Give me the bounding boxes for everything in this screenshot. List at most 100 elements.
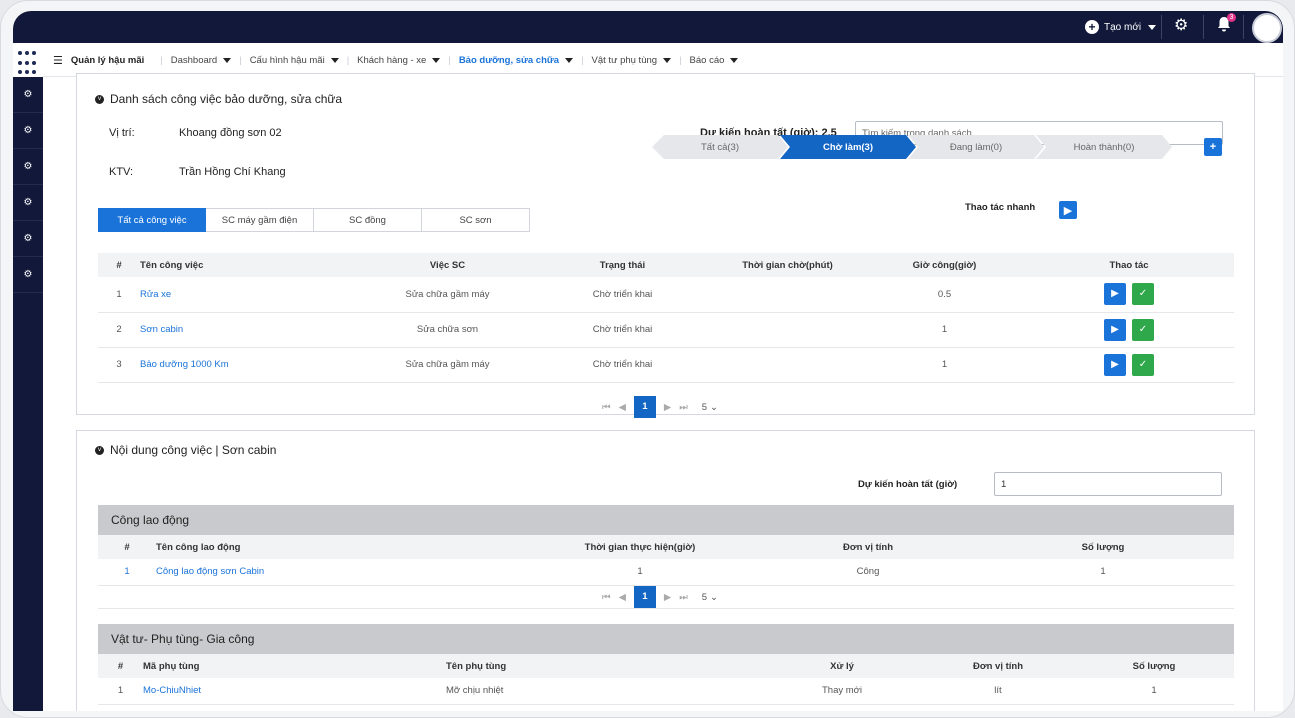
caret-down-icon (1148, 24, 1157, 30)
job-list-panel: ˅ Danh sách công việc bảo dưỡng, sửa chữ… (76, 73, 1255, 418)
nav-item-dashboard[interactable]: Dashboard (171, 55, 232, 66)
nav-item-after-sales-config[interactable]: Cấu hình hậu mãi (250, 55, 339, 66)
sidebar-gears-icon[interactable]: ⚙ (13, 257, 43, 293)
job-name-link[interactable]: Bảo dưỡng 1000 Km (140, 347, 360, 383)
detail-expected-input[interactable]: 1 (994, 472, 1222, 496)
app-window: + Tạo mới ⚙ 3 ☰ Quản lý hậu mãi | Dashbo… (13, 11, 1283, 711)
top-bar: + Tạo mới ⚙ 3 (13, 11, 1283, 43)
first-page-icon[interactable]: ⏮ (602, 402, 611, 413)
job-tabs: Tất cả công việc SC máy gầm điện SC đồng… (98, 208, 530, 232)
chevron-down-icon: ⌄ (710, 401, 719, 413)
job-detail-title: Nội dung công việc | Sơn cabin (110, 443, 277, 457)
job-table-pagination: ⏮ ◀ 1 ▶ ⏭ 5 ⌄ (602, 396, 718, 418)
page-size-select[interactable]: 5 ⌄ (702, 592, 718, 603)
nav-item-maintenance-repair[interactable]: Bảo dưỡng, sửa chữa (459, 55, 574, 66)
step-waiting[interactable]: Chờ làm(3) (780, 135, 916, 159)
step-in-progress[interactable]: Đang làm(0) (908, 135, 1044, 159)
nav-separator: | (346, 54, 350, 66)
job-name-link[interactable]: Rửa xe (140, 277, 360, 313)
quick-action-label: Thao tác nhanh (965, 202, 1036, 213)
labor-section-header: Công lao động (98, 505, 1234, 535)
sidebar-gear-icon[interactable]: ⚙ (13, 149, 43, 185)
nav-separator: | (160, 54, 163, 66)
next-page-icon[interactable]: ▶ (664, 402, 671, 413)
job-detail-panel: ˅ Nội dung công việc | Sơn cabin Dự kiến… (76, 430, 1255, 711)
table-row[interactable]: 3 Bảo dưỡng 1000 Km Sửa chữa gầm máy Chờ… (98, 347, 1234, 383)
table-row[interactable]: 1 Mo-ChiuNhiet Mỡ chịu nhiệt Thay mới lí… (98, 678, 1234, 705)
collapse-icon[interactable]: ˅ (95, 94, 104, 104)
last-page-icon[interactable]: ⏭ (679, 592, 688, 603)
device-frame: + Tạo mới ⚙ 3 ☰ Quản lý hậu mãi | Dashbo… (0, 0, 1295, 718)
nav-separator: | (448, 54, 451, 66)
start-job-play-icon[interactable]: ▶ (1104, 353, 1126, 376)
sidebar-gear-icon[interactable]: ⚙ (13, 113, 43, 149)
prev-page-icon[interactable]: ◀ (619, 402, 626, 413)
sidebar: ⚙ ⚙ ⚙ ⚙ ⚙ ⚙ (13, 77, 43, 711)
plus-circle-icon: + (1085, 20, 1099, 34)
settings-gear-icon[interactable]: ⚙ (1174, 15, 1188, 35)
next-page-icon[interactable]: ▶ (664, 592, 671, 603)
complete-job-check-icon[interactable]: ✓ (1132, 283, 1154, 306)
table-header: # Mã phụ tùng Tên phụ tùng Xử lý Đơn vị … (98, 654, 1234, 678)
tab-all-jobs[interactable]: Tất cả công việc (98, 208, 206, 232)
nav-item-reports[interactable]: Báo cáo (690, 55, 739, 66)
chevron-down-icon: ⌄ (710, 591, 719, 603)
nav-item-parts[interactable]: Vật tư phụ tùng (592, 55, 672, 66)
labor-name-link[interactable]: Công lao động sơn Cabin (156, 559, 516, 586)
complete-job-check-icon[interactable]: ✓ (1132, 353, 1154, 376)
sidebar-gears-icon[interactable]: ⚙ (13, 221, 43, 257)
divider (98, 608, 1234, 609)
divider (1243, 15, 1244, 39)
job-list-title: Danh sách công việc bảo dưỡng, sửa chữa (110, 92, 343, 106)
hamburger-menu-icon[interactable]: ☰ (53, 54, 63, 67)
current-page[interactable]: 1 (633, 396, 656, 418)
location-value: Khoang đồng sơn 02 (179, 127, 282, 139)
job-list-header[interactable]: ˅ Danh sách công việc bảo dưỡng, sửa chữ… (95, 92, 342, 106)
avatar[interactable] (1252, 13, 1282, 43)
add-button[interactable]: + (1204, 138, 1222, 156)
step-all[interactable]: Tất cả(3) (652, 135, 788, 159)
first-page-icon[interactable]: ⏮ (602, 592, 611, 603)
tab-paint[interactable]: SC sơn (422, 208, 530, 232)
notification-bell-icon[interactable]: 3 (1217, 13, 1236, 32)
table-row[interactable]: 1 Rửa xe Sửa chữa gầm máy Chờ triển khai… (98, 277, 1234, 313)
sidebar-gear-icon[interactable]: ⚙ (13, 77, 43, 113)
sidebar-gears-icon[interactable]: ⚙ (13, 185, 43, 221)
notification-badge: 3 (1227, 13, 1236, 22)
collapse-icon[interactable]: ˅ (95, 445, 104, 455)
current-page[interactable]: 1 (633, 586, 656, 608)
create-new-label: Tạo mới (1104, 21, 1142, 33)
table-row[interactable]: 1 Công lao động sơn Cabin 1 Công 1 (98, 559, 1234, 586)
divider (1203, 15, 1204, 39)
last-page-icon[interactable]: ⏭ (679, 402, 688, 413)
labor-table-pagination: ⏮ ◀ 1 ▶ ⏭ 5 ⌄ (602, 586, 718, 608)
part-code-link[interactable]: Mo-ChiuNhiet (143, 678, 446, 705)
divider (1161, 15, 1162, 39)
vertical-scrollbar[interactable] (1261, 77, 1275, 711)
nav-separator: | (581, 54, 584, 66)
start-job-play-icon[interactable]: ▶ (1104, 318, 1126, 341)
complete-job-check-icon[interactable]: ✓ (1132, 318, 1154, 341)
technician-label: KTV: (109, 166, 134, 178)
nav-item-customer-vehicle[interactable]: Khách hàng - xe (357, 55, 441, 66)
tab-body[interactable]: SC đồng (314, 208, 422, 232)
step-done[interactable]: Hoàn thành(0) (1036, 135, 1172, 159)
nav-separator: | (239, 54, 242, 66)
job-detail-header[interactable]: ˅ Nội dung công việc | Sơn cabin (95, 443, 276, 457)
location-label: Vị trí: (109, 127, 135, 139)
table-header: # Tên công việc Việc SC Trạng thái Thời … (98, 253, 1234, 277)
page-size-select[interactable]: 5 ⌄ (702, 402, 718, 413)
apps-grid-icon[interactable] (13, 43, 43, 77)
create-new-button[interactable]: + Tạo mới (1085, 17, 1157, 37)
parts-table: # Mã phụ tùng Tên phụ tùng Xử lý Đơn vị … (98, 654, 1234, 705)
quick-action-play-button[interactable]: ▶ (1059, 201, 1077, 219)
parts-section-header: Vật tư- Phụ tùng- Gia công (98, 624, 1234, 654)
detail-expected-label: Dự kiến hoàn tất (giờ) (858, 479, 958, 490)
status-steps: Tất cả(3) Chờ làm(3) Đang làm(0) Hoàn th… (652, 135, 1164, 159)
prev-page-icon[interactable]: ◀ (619, 592, 626, 603)
job-name-link[interactable]: Sơn cabin (140, 312, 360, 348)
start-job-play-icon[interactable]: ▶ (1104, 283, 1126, 306)
nav-brand: Quản lý hậu mãi (70, 54, 145, 66)
tab-engine-chassis-electric[interactable]: SC máy gầm điện (206, 208, 314, 232)
table-row[interactable]: 2 Sơn cabin Sửa chữa sơn Chờ triển khai … (98, 312, 1234, 348)
